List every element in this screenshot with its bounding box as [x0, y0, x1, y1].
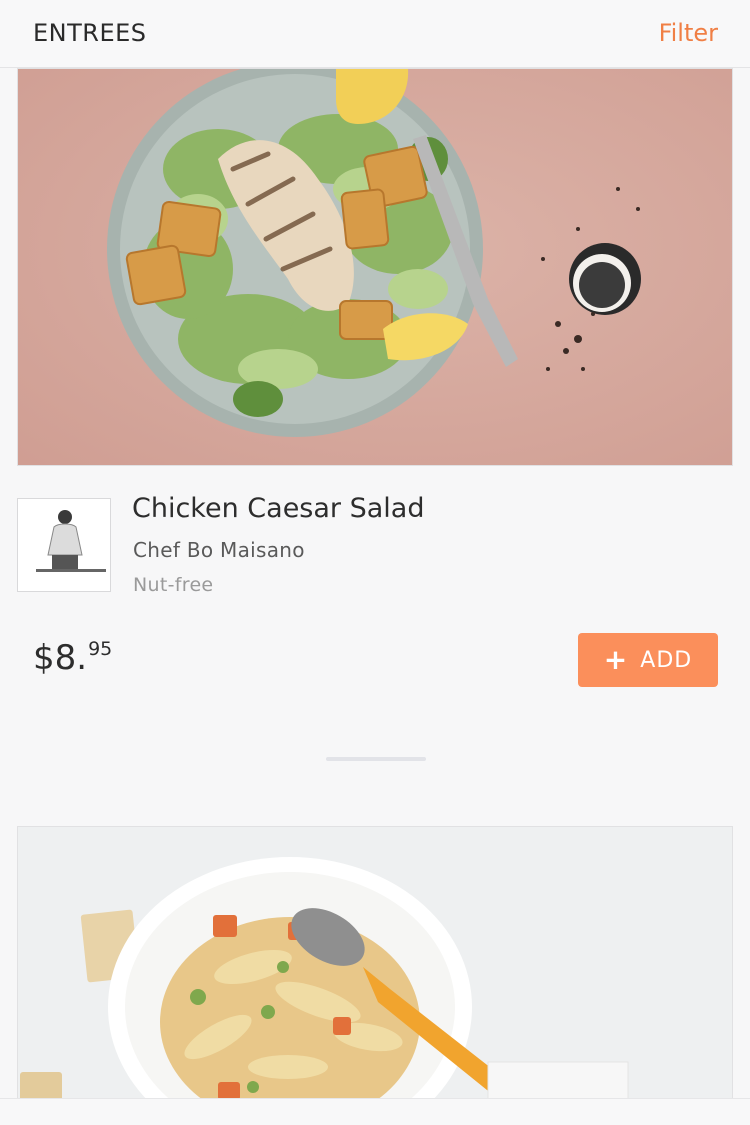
- plus-icon: +: [603, 643, 629, 676]
- dietary-tag: Nut-free: [133, 574, 214, 596]
- price-cents: 95: [88, 638, 113, 660]
- dish-photo-next-item[interactable]: [17, 826, 733, 1106]
- price-dollars: $8.: [33, 638, 88, 678]
- top-bar: ENTREES Filter: [0, 0, 750, 68]
- page-title: ENTREES: [33, 19, 147, 47]
- item-divider: [326, 757, 426, 761]
- filter-button[interactable]: Filter: [659, 19, 718, 47]
- chef-photo: [17, 498, 111, 592]
- add-button-label: ADD: [640, 647, 693, 673]
- dish-name[interactable]: Chicken Caesar Salad: [132, 493, 424, 524]
- bottom-bar: [0, 1098, 750, 1125]
- chef-name: Chef Bo Maisano: [133, 538, 305, 562]
- price: $8.95: [33, 638, 112, 678]
- dish-photo-chicken-caesar-salad[interactable]: [17, 68, 733, 466]
- add-to-cart-button[interactable]: + ADD: [578, 633, 718, 687]
